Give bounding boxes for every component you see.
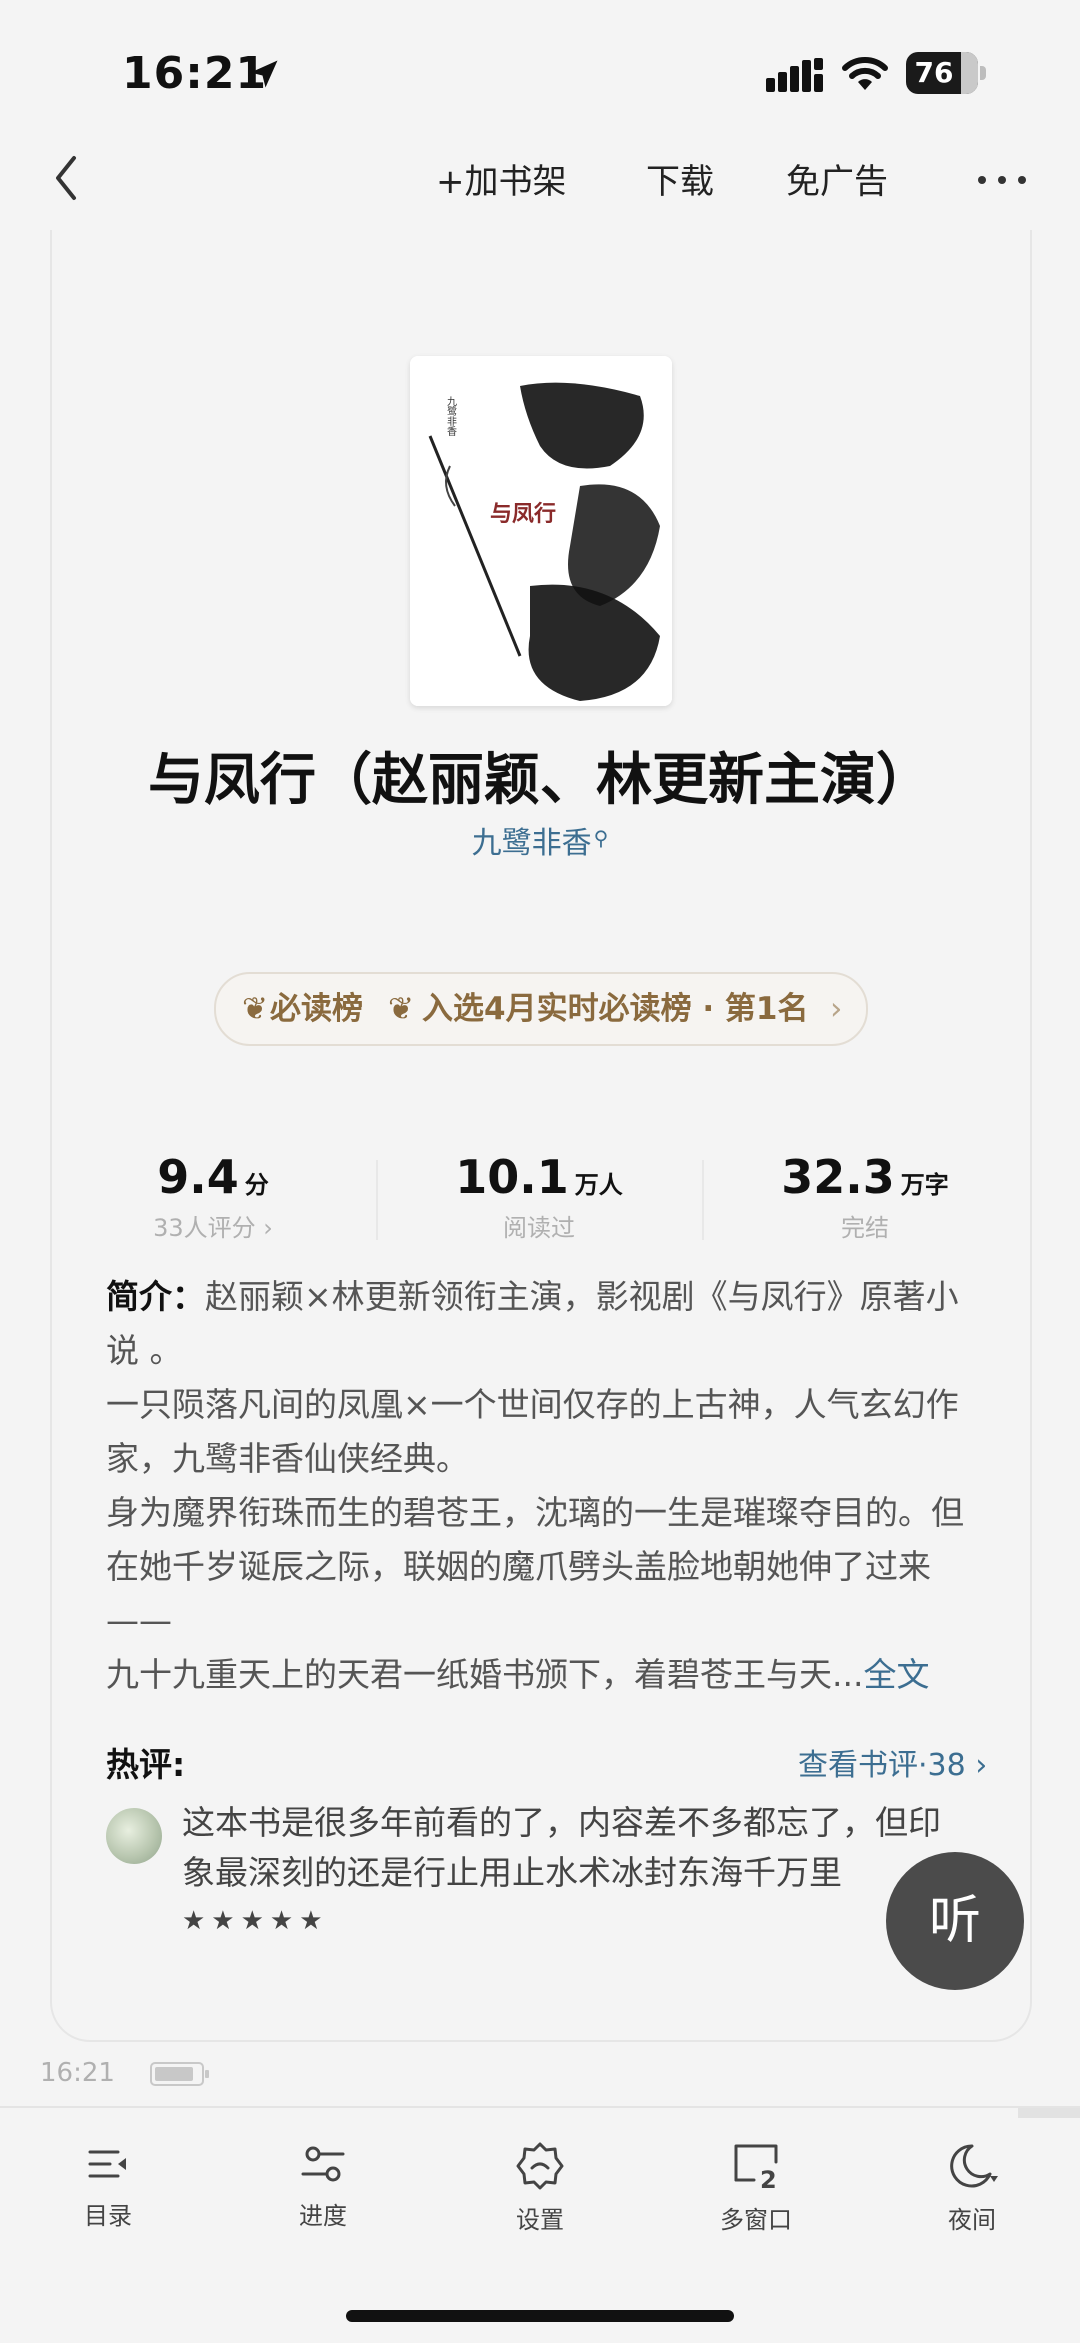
intro-label: 简介： [106, 1277, 205, 1316]
footer-battery-icon [150, 2062, 209, 2086]
full-text-link[interactable]: 全文 [863, 1655, 929, 1694]
search-icon: ⚲ [593, 826, 609, 850]
tab-night-mode[interactable]: 夜间 [902, 2140, 1042, 2235]
no-ads-button[interactable]: 免广告 [786, 154, 888, 203]
tab-label: 设置 [516, 2206, 564, 2234]
book-stats: 9.4 分 33人评分 › 10.1 万人 阅读过 32.3 万字 完结 [50, 1150, 1028, 1260]
hot-reviews-label: 热评: [106, 1745, 186, 1784]
rating-unit: 分 [244, 1171, 269, 1199]
tab-label: 进度 [299, 2202, 347, 2230]
readers-unit: 万人 [574, 1171, 623, 1199]
battery-icon: 76 [906, 52, 986, 94]
avatar[interactable] [106, 1808, 162, 1864]
listen-button[interactable]: 听 [886, 1852, 1024, 1990]
cover-author: 九鹭非香 [445, 396, 457, 437]
status-bar: 16:21 76 [0, 0, 1080, 140]
view-reviews-link[interactable]: 查看书评·38 › [798, 1740, 987, 1784]
home-indicator[interactable] [346, 2310, 734, 2322]
author-name: 九鹭非香 [471, 826, 592, 861]
intro-line: 身为魔界衔珠而生的碧苍王，沈璃的一生是璀璨夺目的。但在她千岁诞辰之际，联姻的魔爪… [106, 1493, 964, 1640]
intro-line: 一只陨落凡间的凤凰×一个世间仅存的上古神，人气玄幻作家，九鹭非香仙侠经典。 [106, 1385, 959, 1478]
author-link[interactable]: 九鹭非香 ⚲ [0, 818, 1080, 862]
tab-toc[interactable]: 目录 [38, 2140, 178, 2231]
night-mode-icon [950, 2144, 998, 2188]
tab-label: 多窗口 [720, 2206, 792, 2234]
more-icon[interactable] [972, 160, 1032, 200]
wordcount-unit: 万字 [900, 1171, 949, 1199]
back-chevron-icon[interactable] [46, 148, 86, 208]
laurel-right-icon: ❦ [388, 991, 414, 1027]
wordcount-value: 32.3 [781, 1150, 895, 1204]
rank-name: 必读榜 [270, 991, 363, 1027]
readers-label: 阅读过 [503, 1214, 575, 1242]
rating-value: 9.4 [157, 1150, 239, 1204]
book-intro: 简介：赵丽颖×林更新领衔主演，影视剧《与凤行》原著小说 。 一只陨落凡间的凤凰×… [106, 1270, 986, 1702]
book-cover[interactable]: 与凤行 九鹭非香 [410, 356, 672, 706]
rating-stat[interactable]: 9.4 分 33人评分 › [50, 1150, 376, 1243]
rank-detail: 入选4月实时必读榜 · 第1名 [422, 991, 809, 1027]
cover-title: 与凤行 [490, 501, 556, 527]
readers-value: 10.1 [455, 1150, 569, 1204]
rank-badge[interactable]: ❦ 必读榜 ❦ 入选4月实时必读榜 · 第1名 › [214, 972, 868, 1046]
multi-window-icon: 2 [734, 2144, 778, 2192]
add-to-shelf-button[interactable]: +加书架 [436, 154, 567, 203]
tab-label: 夜间 [948, 2206, 996, 2234]
laurel-left-icon: ❦ [242, 991, 268, 1027]
tab-progress[interactable]: 进度 [253, 2140, 393, 2231]
book-title: 与凤行（赵丽颖、林更新主演） [148, 748, 932, 813]
toc-icon [88, 2150, 126, 2178]
wifi-icon [842, 57, 888, 90]
intro-line: 九十九重天上的天君一纸婚书颁下，着碧苍王与天... [106, 1655, 864, 1694]
tab-label: 目录 [84, 2202, 132, 2230]
cover-art: 与凤行 九鹭非香 [410, 356, 672, 706]
tab-settings[interactable]: 设置 [470, 2140, 610, 2235]
footer-time: 16:21 [40, 2058, 115, 2088]
cellular-signal-icon [766, 58, 823, 92]
reader-toolbar: 目录 进度 设置 2 多窗口 夜间 [0, 2106, 1080, 2343]
progress-icon [301, 2146, 345, 2182]
scrollbar[interactable] [1018, 2108, 1080, 2118]
review-text[interactable]: 这本书是很多年前看的了，内容差不多都忘了，但印象最深刻的还是行止用止水术冰封东海… [182, 1798, 962, 1898]
star-rating: ★★★★★ [182, 1906, 329, 1936]
readers-stat: 10.1 万人 阅读过 [376, 1150, 702, 1243]
rating-count: 33人评分 › [153, 1214, 273, 1242]
settings-icon [516, 2142, 564, 2190]
tab-multi-window[interactable]: 2 多窗口 [686, 2140, 826, 2235]
top-nav: +加书架 下载 免广告 [0, 140, 1080, 220]
intro-line: 赵丽颖×林更新领衔主演，影视剧《与凤行》原著小说 。 [106, 1277, 959, 1370]
svg-text:2: 2 [760, 2166, 777, 2192]
location-arrow-icon [250, 60, 278, 88]
download-button[interactable]: 下载 [646, 154, 714, 203]
status-label: 完结 [841, 1214, 889, 1242]
battery-level: 76 [914, 56, 954, 89]
chevron-right-icon: › [830, 991, 843, 1027]
wordcount-stat: 32.3 万字 完结 [702, 1150, 1028, 1243]
